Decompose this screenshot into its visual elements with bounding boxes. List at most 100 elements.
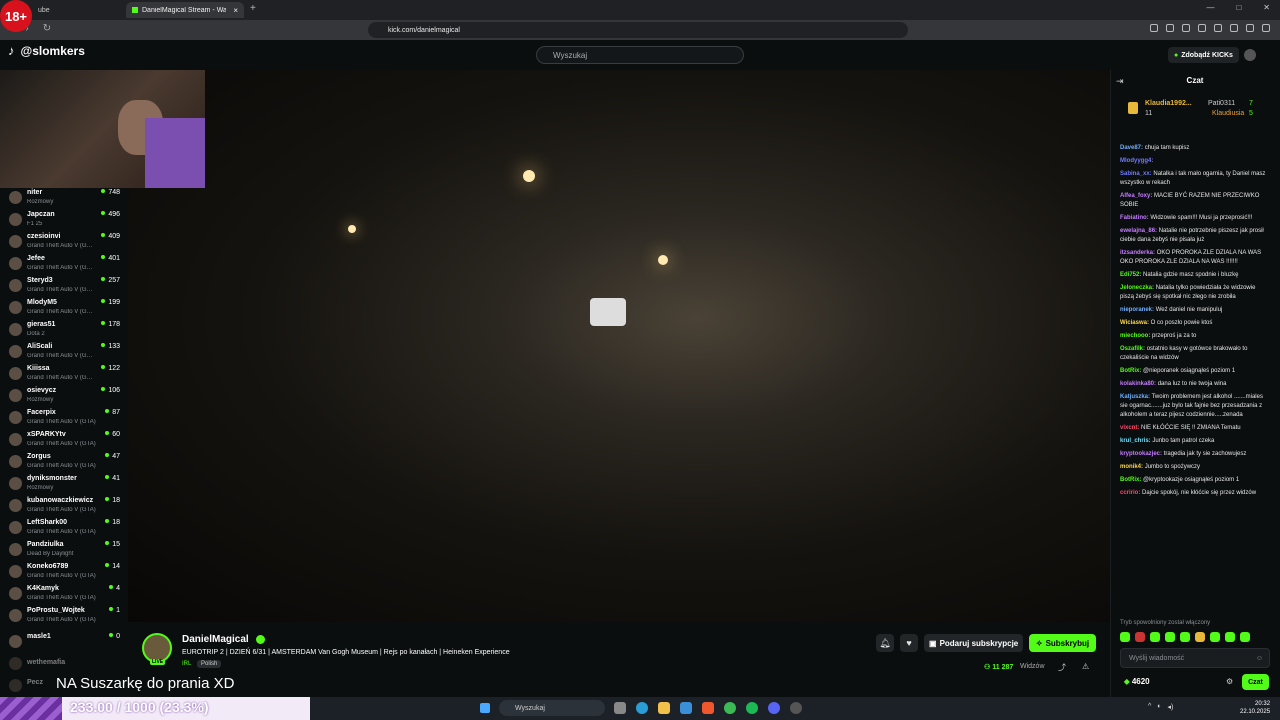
chat-username[interactable]: Alfea_foxy: xyxy=(1120,193,1152,199)
sidebar-channel[interactable]: masle1 0 xyxy=(0,632,128,654)
chat-username[interactable]: Mlodyygg4: xyxy=(1120,158,1153,164)
chat-settings-icon[interactable]: ⚙ xyxy=(1226,677,1233,686)
search-input[interactable]: Wyszukaj xyxy=(536,46,744,64)
chat-username[interactable]: BotRix: xyxy=(1120,477,1141,483)
extension-icon[interactable] xyxy=(1230,24,1238,32)
sidebar-channel[interactable]: osievycz Rozmowy 106 xyxy=(0,386,128,408)
extension-icon[interactable] xyxy=(1246,24,1254,32)
chevron-up-icon[interactable]: ^ xyxy=(1148,703,1151,711)
maximize-icon[interactable]: □ xyxy=(1236,3,1241,12)
get-kicks-button[interactable]: ● Zdobądź KICKs xyxy=(1168,47,1239,63)
sidebar-channel[interactable]: Steryd3 Grand Theft Auto V (G… 257 xyxy=(0,276,128,298)
obs-icon[interactable] xyxy=(790,702,802,714)
extension-icon[interactable] xyxy=(1166,24,1174,32)
sidebar-channel[interactable]: Jefee Grand Theft Auto V (G… 401 xyxy=(0,254,128,276)
share-icon[interactable]: ⤴ xyxy=(1058,662,1066,673)
sidebar-channel[interactable]: wethemafia xyxy=(0,654,128,676)
menu-icon[interactable] xyxy=(1262,24,1270,32)
sidebar-channel[interactable]: gieras51 Dota 2 178 xyxy=(0,320,128,342)
chat-username[interactable]: ewelajna_86: xyxy=(1120,228,1157,234)
emote-icon[interactable] xyxy=(1120,632,1130,642)
gift-subscription-button[interactable]: ▣ Podaruj subskrypcje xyxy=(924,634,1024,652)
extension-icon[interactable] xyxy=(1214,24,1222,32)
follow-button[interactable]: ♥ xyxy=(900,634,918,652)
volume-icon[interactable]: ◂) xyxy=(1168,703,1174,711)
sidebar-channel[interactable]: Facerpix Grand Theft Auto V (GTA) 87 xyxy=(0,408,128,430)
chat-username[interactable]: kolakinka80: xyxy=(1120,381,1156,387)
sidebar-channel[interactable]: AliScali Grand Theft Auto V (G… 133 xyxy=(0,342,128,364)
close-tab-icon[interactable]: × xyxy=(233,6,238,15)
chat-username[interactable]: nieporanek: xyxy=(1120,307,1154,313)
minimize-icon[interactable]: — xyxy=(1206,3,1214,12)
chat-username[interactable]: kryptookazjec: xyxy=(1120,451,1162,457)
discord-icon[interactable] xyxy=(768,702,780,714)
sidebar-channel[interactable]: PoProstu_Wojtek Grand Theft Auto V (GTA) 1 xyxy=(0,606,128,628)
chat-username[interactable]: Katjuszka: xyxy=(1120,394,1150,400)
sidebar-channel[interactable]: Pandziulka Dead By Daylight 15 xyxy=(0,540,128,562)
taskbar-clock[interactable]: 20:32 22.10.2025 xyxy=(1240,700,1270,716)
chrome-icon[interactable] xyxy=(724,702,736,714)
emote-icon[interactable] xyxy=(1240,632,1250,642)
store-icon[interactable] xyxy=(680,702,692,714)
chat-username[interactable]: Edi752: xyxy=(1120,272,1141,278)
chat-username[interactable]: Dave87: xyxy=(1120,145,1143,151)
emote-icon[interactable] xyxy=(1225,632,1235,642)
subscribe-button[interactable]: ✧ Subskrybuj xyxy=(1029,634,1096,652)
stream-category[interactable]: IRL xyxy=(182,661,191,667)
emoji-icon[interactable]: ☺ xyxy=(1256,655,1263,662)
chat-username[interactable]: miechooo: xyxy=(1120,333,1150,339)
close-window-icon[interactable]: ✕ xyxy=(1263,3,1270,12)
notification-bell-button[interactable]: 🔔︎ xyxy=(876,634,894,652)
extension-icon[interactable] xyxy=(1150,24,1158,32)
report-icon[interactable]: ⚠ xyxy=(1082,662,1089,671)
file-explorer-icon[interactable] xyxy=(658,702,670,714)
sidebar-channel[interactable]: Japczan F1 25 496 xyxy=(0,210,128,232)
task-view-icon[interactable] xyxy=(614,702,626,714)
reload-icon[interactable]: ↻ xyxy=(43,23,51,34)
sidebar-channel[interactable]: Zorgus Grand Theft Auto V (GTA) 47 xyxy=(0,452,128,474)
network-icon[interactable]: ◐ xyxy=(1157,703,1161,711)
extension-icon[interactable] xyxy=(1182,24,1190,32)
chat-username[interactable]: ccririo: xyxy=(1120,490,1140,496)
emote-icon[interactable] xyxy=(1165,632,1175,642)
emote-icon[interactable] xyxy=(1135,632,1145,642)
chat-username[interactable]: Fabiatino: xyxy=(1120,215,1149,221)
url-field[interactable]: kick.com/danielmagical xyxy=(368,22,908,38)
send-chat-button[interactable]: Czat xyxy=(1242,674,1269,690)
sidebar-channel[interactable]: niter Rozmowy 748 xyxy=(0,188,128,210)
emote-icon[interactable] xyxy=(1180,632,1190,642)
new-tab-button[interactable]: + xyxy=(250,3,256,14)
chat-username[interactable]: Wiciaswa: xyxy=(1120,320,1149,326)
chat-username[interactable]: Jeloneczka: xyxy=(1120,285,1154,291)
sidebar-channel[interactable]: Koneko6789 Grand Theft Auto V (GTA) 14 xyxy=(0,562,128,584)
user-avatar[interactable] xyxy=(1244,49,1256,61)
emote-icon[interactable] xyxy=(1150,632,1160,642)
sidebar-channel[interactable]: kubanowaczkiewicz Grand Theft Auto V (GTA… xyxy=(0,496,128,518)
extension-icon[interactable] xyxy=(1198,24,1206,32)
edge-icon[interactable] xyxy=(636,702,648,714)
emote-icon[interactable] xyxy=(1210,632,1220,642)
chat-username[interactable]: monik4: xyxy=(1120,464,1143,470)
chat-username[interactable]: itzsanderka: xyxy=(1120,250,1155,256)
video-player[interactable] xyxy=(128,70,1110,622)
emote-icon[interactable] xyxy=(1195,632,1205,642)
brave-icon[interactable] xyxy=(702,702,714,714)
chat-username[interactable]: Oszafilk: xyxy=(1120,346,1145,352)
sidebar-channel[interactable]: K4Kamyk Grand Theft Auto V (GTA) 4 xyxy=(0,584,128,606)
spotify-icon[interactable] xyxy=(746,702,758,714)
sidebar-channel[interactable]: dyniksmonster Rozmowy 41 xyxy=(0,474,128,496)
windows-start-icon[interactable] xyxy=(480,703,490,713)
chat-username[interactable]: vixcnt: xyxy=(1120,425,1139,431)
streamer-name[interactable]: DanielMagical xyxy=(182,634,249,645)
chat-message-input[interactable]: Wyślij wiadomość ☺ xyxy=(1120,648,1270,668)
chat-username[interactable]: krul_chris: xyxy=(1120,438,1151,444)
sidebar-channel[interactable]: Kiiissa Grand Theft Auto V (G… 122 xyxy=(0,364,128,386)
sidebar-channel[interactable]: MlodyM5 Grand Theft Auto V (G… 199 xyxy=(0,298,128,320)
sidebar-channel[interactable]: czesioinvi Grand Theft Auto V (G… 409 xyxy=(0,232,128,254)
tab-youtube[interactable]: ube xyxy=(32,2,122,18)
taskbar-search[interactable]: Wyszukaj xyxy=(499,700,605,716)
channel-points[interactable]: ⬥ 4620 xyxy=(1124,677,1150,687)
chat-username[interactable]: BotRix: xyxy=(1120,368,1141,374)
tab-kick-stream[interactable]: DanielMagical Stream - Watc × xyxy=(126,2,244,18)
chat-username[interactable]: Sabina_xx: xyxy=(1120,171,1152,177)
